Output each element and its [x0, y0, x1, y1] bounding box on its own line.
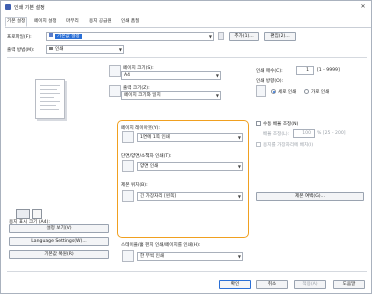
- stapler-dropdown[interactable]: 한 부씩 인쇄 ▼: [137, 252, 243, 261]
- output-method-dropdown[interactable]: 인쇄 ▼: [46, 45, 124, 54]
- ok-button[interactable]: 확인: [219, 280, 251, 289]
- apply-button[interactable]: 적용(A): [294, 280, 326, 289]
- portrait-radio[interactable]: [271, 89, 276, 94]
- page-size-icon: [109, 65, 121, 77]
- chevron-down-icon: ▼: [208, 34, 212, 39]
- chevron-down-icon: ▼: [237, 254, 241, 259]
- duplex-dropdown[interactable]: 양면 인쇄 ▼: [137, 162, 243, 171]
- tab-basic-settings[interactable]: 기본 설정: [5, 17, 28, 27]
- restore-defaults-button[interactable]: 기본값 복원(R): [9, 250, 109, 259]
- binding-label: 제본 위치(B):: [121, 183, 148, 188]
- scale-value: 100: [302, 131, 311, 136]
- scale-input[interactable]: 100: [293, 129, 315, 138]
- chevron-down-icon: ▼: [215, 93, 219, 98]
- profile-dropdown[interactable]: 기본값 설정 ▼: [46, 32, 214, 41]
- binding-dropdown[interactable]: 긴 가장자리 [왼쪽] ▼: [137, 192, 243, 201]
- tab-bar: 기본 설정 페이지 설정 마무리 용지 공급원 인쇄 품질: [5, 17, 371, 28]
- landscape-radio[interactable]: [304, 89, 309, 94]
- chevron-down-icon: ▼: [237, 194, 241, 199]
- stapler-value: 한 부씩 인쇄: [140, 254, 165, 259]
- profile-value: 기본값 설정: [55, 34, 82, 39]
- landscape-label: 가로 인쇄: [311, 90, 330, 95]
- chevron-down-icon: ▼: [237, 135, 241, 140]
- binding-icon: [122, 190, 134, 202]
- scale-label: 배율 조정(L):: [263, 132, 290, 137]
- paper-edge-checkbox[interactable]: [256, 142, 261, 147]
- window-title: 인쇄 기본 설정: [14, 5, 45, 11]
- duplex-value: 양면 인쇄: [140, 164, 159, 169]
- binding-margin-button[interactable]: 제본 여백(G)...: [256, 192, 364, 201]
- page-layout-icon: [122, 131, 134, 143]
- printer-icon: [5, 4, 11, 10]
- preview-page: [35, 79, 65, 119]
- output-method-value: 인쇄: [55, 47, 64, 52]
- chevron-down-icon: ▼: [237, 164, 241, 169]
- view-settings-button[interactable]: 설정 보기(V): [9, 224, 109, 233]
- orientation-icon: [256, 85, 266, 97]
- tab-page-setup[interactable]: 페이지 설정: [33, 18, 58, 26]
- divider: [7, 271, 367, 272]
- printer-small-icon: [49, 47, 53, 50]
- close-button[interactable]: ✕: [359, 3, 367, 11]
- page-layout-dropdown[interactable]: 1면에 1쪽 인쇄 ▼: [137, 133, 243, 142]
- page-size-dropdown[interactable]: A4 ▼: [121, 71, 221, 80]
- manual-scale-checkbox[interactable]: [256, 121, 261, 126]
- copies-label: 인쇄 매수(C):: [256, 69, 283, 74]
- duplex-label: 단면/양면/소책자 인쇄(T):: [121, 154, 172, 159]
- divider: [7, 57, 367, 58]
- output-size-dropdown[interactable]: 페이지 크기와 일치 ▼: [121, 91, 221, 100]
- view-toggle-icon[interactable]: [16, 209, 30, 219]
- profile-icon: [49, 33, 53, 37]
- copies-value: 1: [306, 68, 309, 73]
- language-settings-button[interactable]: Language Settings(W)...: [9, 237, 109, 246]
- print-preferences-window: 인쇄 기본 설정 ✕ 기본 설정 페이지 설정 마무리 용지 공급원 인쇄 품질…: [0, 0, 372, 294]
- output-size-icon: [109, 85, 121, 97]
- paper-edge-label: 용지를 가장자리에 배치(I): [263, 143, 314, 148]
- collate-icon: [122, 250, 134, 262]
- manual-scale-label: 수동 배율 조정(N): [263, 122, 299, 127]
- copies-range: [1 - 9999]: [317, 68, 340, 73]
- tab-paper-source[interactable]: 용지 공급원: [88, 18, 113, 26]
- orientation-label: 인쇄 방향(O):: [256, 79, 284, 84]
- print-preview: [17, 69, 99, 209]
- chevron-down-icon: ▼: [118, 47, 122, 52]
- page-size-value: A4: [124, 73, 131, 78]
- add-profile-button[interactable]: 추가(1)...: [229, 32, 259, 41]
- binding-value: 긴 가장자리 [왼쪽]: [140, 194, 177, 199]
- profile-label: 프로파일(F):: [7, 35, 32, 40]
- duplex-icon: [122, 160, 134, 172]
- printer-preview-icon[interactable]: [32, 209, 42, 219]
- scale-range: % [25 - 200]: [317, 131, 346, 136]
- page-layout-value: 1면에 1쪽 인쇄: [140, 135, 170, 140]
- tab-print-quality[interactable]: 인쇄 품질: [120, 18, 140, 26]
- copies-input[interactable]: 1: [296, 66, 314, 75]
- tab-finishing[interactable]: 마무리: [65, 18, 80, 26]
- output-size-value: 페이지 크기와 일치: [124, 93, 161, 98]
- output-method-label: 출력 방법(M):: [7, 48, 35, 53]
- cancel-button[interactable]: 취소: [256, 280, 288, 289]
- portrait-label: 세로 인쇄: [278, 90, 297, 95]
- stapler-label: 스테이플/홀 펀치 인쇄/페이지를 인쇄(H):: [121, 243, 201, 248]
- edit-profile-button[interactable]: 편집(2)...: [264, 32, 296, 41]
- title-bar: 인쇄 기본 설정 ✕: [1, 1, 371, 14]
- profile-info-icon[interactable]: [218, 32, 224, 40]
- chevron-down-icon: ▼: [215, 73, 219, 78]
- help-button[interactable]: 도움말: [333, 280, 365, 289]
